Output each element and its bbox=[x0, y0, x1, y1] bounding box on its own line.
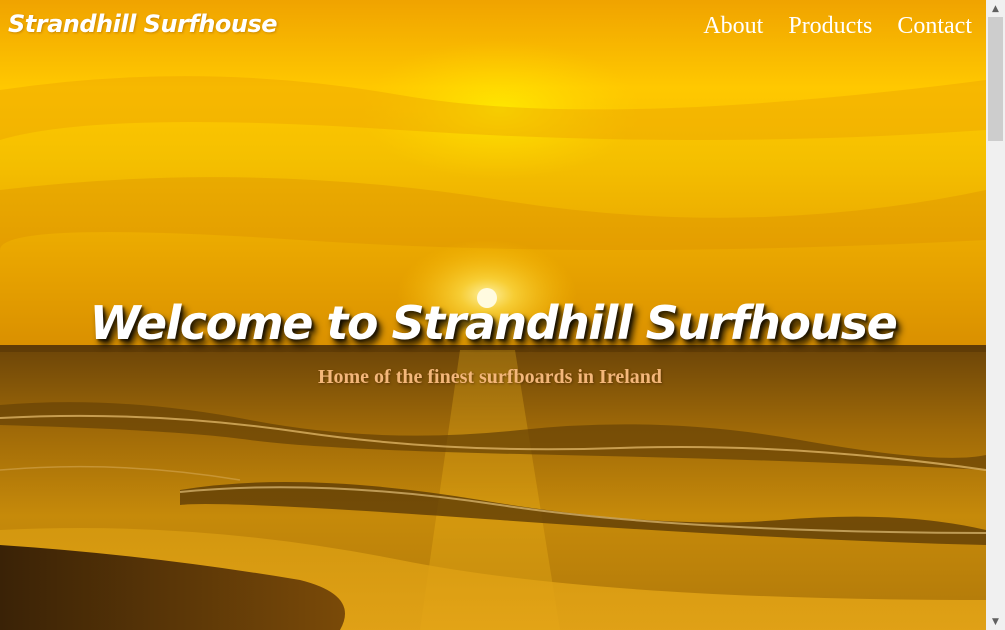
page-viewport: Strandhill Surfhouse About Products Cont… bbox=[0, 0, 986, 630]
chevron-up-icon[interactable]: ▲ bbox=[986, 0, 1005, 17]
vertical-scrollbar[interactable]: ▲ ▼ bbox=[986, 0, 1005, 630]
navbar: Strandhill Surfhouse About Products Cont… bbox=[0, 0, 986, 58]
chevron-down-icon[interactable]: ▼ bbox=[986, 613, 1005, 630]
hero-title: Welcome to Strandhill Surfhouse bbox=[89, 296, 898, 350]
nav-link-contact[interactable]: Contact bbox=[897, 13, 972, 40]
nav-links: About Products Contact bbox=[703, 13, 972, 40]
nav-link-about[interactable]: About bbox=[703, 13, 763, 40]
scrollbar-thumb[interactable] bbox=[988, 17, 1003, 141]
hero-subtitle: Home of the finest surfboards in Ireland bbox=[317, 366, 663, 388]
nav-link-products[interactable]: Products bbox=[788, 13, 872, 40]
brand-logo[interactable]: Strandhill Surfhouse bbox=[8, 10, 278, 38]
